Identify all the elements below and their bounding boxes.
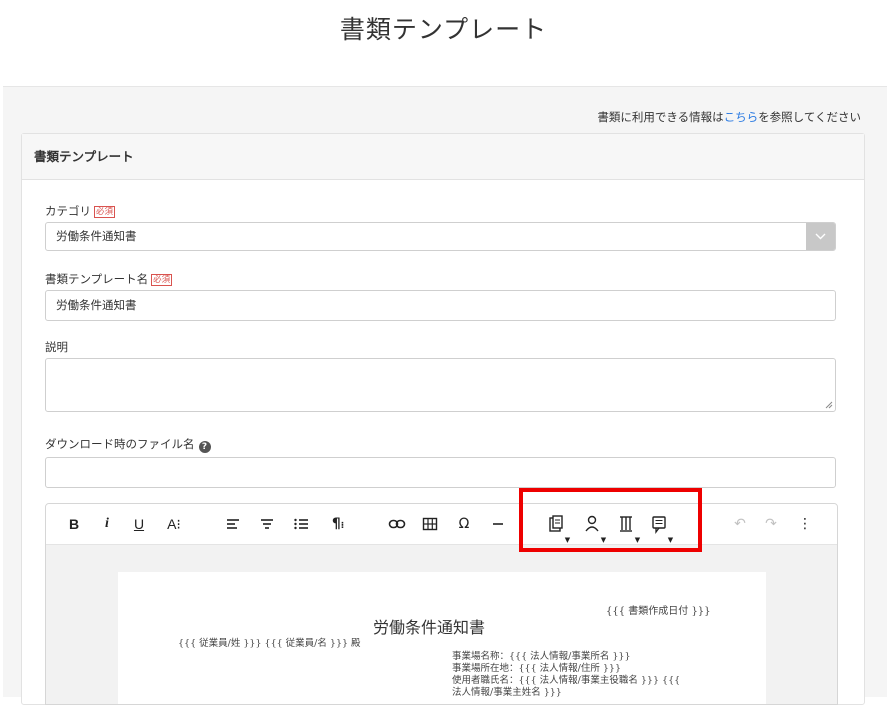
required-badge: 必須 — [151, 274, 173, 286]
info-suffix: を参照してください — [758, 110, 861, 124]
template-name-input[interactable]: 労働条件通知書 — [45, 290, 836, 321]
required-badge: 必須 — [94, 206, 116, 218]
category-label: カテゴリ 必須 — [45, 203, 116, 219]
link-icon[interactable] — [387, 504, 407, 544]
list-icon[interactable] — [291, 504, 311, 544]
description-label: 説明 — [45, 340, 68, 354]
download-filename-label-text: ダウンロード時のファイル名 — [45, 437, 195, 451]
category-select[interactable]: 労働条件通知書 — [45, 222, 836, 251]
category-value: 労働条件通知書 — [56, 229, 137, 243]
toolbar-highlight-box — [519, 488, 702, 552]
info-link[interactable]: こちら — [724, 110, 759, 124]
info-text: 書類に利用できる情報はこちらを参照してください — [597, 109, 861, 125]
italic-button[interactable]: i — [100, 504, 114, 544]
undo-button[interactable]: ↶ — [732, 504, 748, 544]
description-textarea[interactable] — [45, 358, 836, 412]
card-title: 書類テンプレート — [22, 134, 864, 180]
chevron-down-icon[interactable] — [806, 223, 835, 250]
editor-toolbar: B i U A⁝ ¶⁝ Ω ▼ ▼ ▼ ▼ ↶ ↷ ⋮ — [46, 504, 837, 545]
page-title: 書類テンプレート — [339, 15, 548, 44]
help-icon[interactable]: ? — [198, 441, 211, 453]
resize-handle-icon[interactable] — [825, 401, 833, 409]
align-left-icon[interactable] — [223, 504, 243, 544]
special-character-icon[interactable]: Ω — [456, 504, 472, 544]
download-filename-label: ダウンロード時のファイル名? — [45, 436, 211, 453]
category-label-text: カテゴリ — [45, 204, 91, 218]
underline-button[interactable]: U — [131, 504, 147, 544]
download-filename-input[interactable] — [45, 457, 836, 488]
template-name-value: 労働条件通知書 — [56, 298, 137, 312]
template-name-label: 書類テンプレート名 必須 — [45, 271, 173, 287]
more-options-icon[interactable]: ⋮ — [798, 504, 812, 544]
table-icon[interactable] — [420, 504, 440, 544]
info-prefix: 書類に利用できる情報は — [597, 110, 724, 124]
document-date: {{{ 書類作成日付 }}} — [606, 606, 711, 617]
paragraph-format-icon[interactable]: ¶⁝ — [327, 504, 349, 544]
align-center-icon[interactable] — [257, 504, 277, 544]
rich-text-editor[interactable]: B i U A⁝ ¶⁝ Ω ▼ ▼ ▼ ▼ ↶ ↷ ⋮ {{{書類作成日付}… — [45, 503, 838, 705]
redo-button[interactable]: ↷ — [763, 504, 779, 544]
template-name-label-text: 書類テンプレート名 — [45, 272, 149, 286]
document-addressee: {{{ 従業員/姓 }}} {{{ 従業員/名 }}} 殿 — [178, 638, 361, 649]
bold-button[interactable]: B — [66, 504, 82, 544]
font-size-button[interactable]: A⁝ — [163, 504, 185, 544]
document-title: 労働条件通知書 — [373, 618, 486, 637]
horizontal-line-icon[interactable] — [490, 504, 506, 544]
document-page[interactable]: {{{ 書類作成日付 }}} 労働条件通知書 {{{ 従業員/姓 }}} {{{… — [118, 572, 766, 704]
document-line: 法人情報/事業主姓名 }}} — [452, 687, 562, 698]
